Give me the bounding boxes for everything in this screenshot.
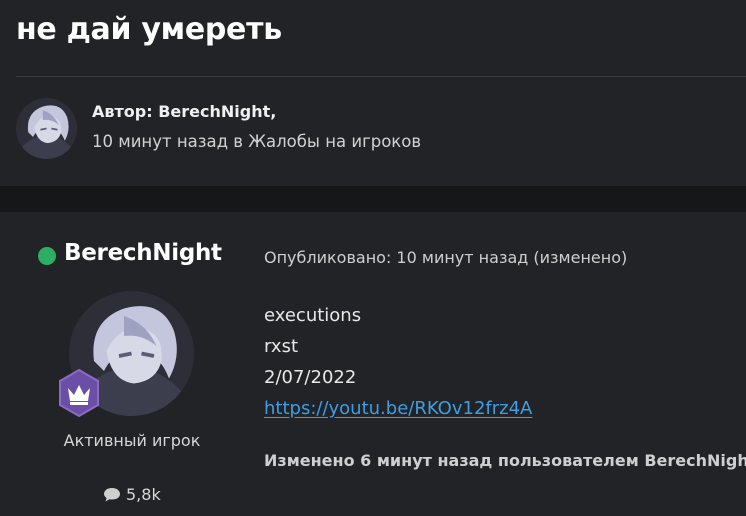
post-published: Опубликовано: 10 минут назад (изменено) — [264, 248, 628, 267]
post-content-line: executions — [264, 305, 362, 326]
edited-note: Изменено 6 минут назад пользователем Ber… — [264, 451, 746, 470]
comment-bubble-icon — [104, 487, 120, 501]
author-avatar-image — [16, 98, 77, 159]
topic-header: не дай умереть Автор: BerechNight, 10 ми… — [0, 0, 746, 186]
page-title: не дай умереть — [16, 12, 282, 47]
post-username[interactable]: BerechNight — [64, 240, 222, 266]
topic-meta: 10 минут назад в Жалобы на игроков — [92, 132, 422, 151]
youtube-link[interactable]: https://youtu.be/RKOv12frz4A — [264, 398, 532, 419]
reputation-stat: 5,8k — [102, 485, 161, 504]
header-divider — [16, 76, 746, 77]
post-content-line: rxst — [264, 336, 299, 357]
author-avatar[interactable] — [16, 98, 77, 159]
post-content-line: 2/07/2022 — [264, 367, 357, 388]
user-rank: Активный игрок — [63, 431, 201, 450]
author-line[interactable]: Автор: BerechNight, — [92, 102, 276, 121]
online-status-icon — [38, 247, 56, 265]
reputation-count: 5,8k — [126, 485, 161, 504]
crown-icon — [59, 368, 99, 418]
section-separator — [0, 186, 746, 212]
